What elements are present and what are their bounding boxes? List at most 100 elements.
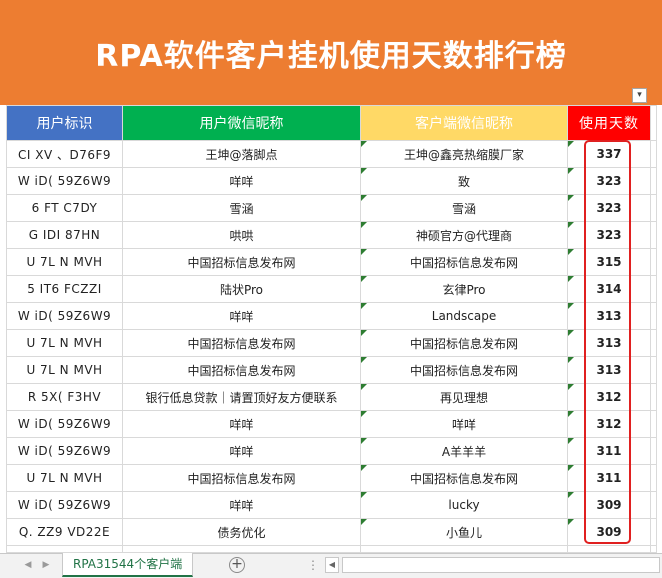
cell-user-id[interactable]: U 7L N MVH (6, 329, 123, 357)
cell-days[interactable]: 314 (567, 275, 651, 303)
header-row: 用户标识 用户微信昵称 客户端微信昵称 使用天数 (6, 105, 657, 141)
empty-header-cell[interactable] (650, 105, 657, 141)
empty-cell[interactable] (650, 545, 657, 553)
cell-client-name[interactable]: A羊羊羊 (360, 437, 568, 465)
cell-user-id[interactable]: 5 IT6 FCZZI (6, 275, 123, 303)
cell-wechat-name[interactable]: 咩咩 (122, 167, 361, 195)
cell-wechat-name[interactable]: 陆状Pro (122, 275, 361, 303)
cell-user-id[interactable]: W iD( 59Z6W9 (6, 491, 123, 519)
cell-days[interactable]: 323 (567, 221, 651, 249)
cell-days[interactable]: 315 (567, 248, 651, 276)
sheet-tab-active[interactable]: RPA31544个客户端 (62, 553, 194, 577)
table-row: W iD( 59Z6W9 咩咩 A羊羊羊 311 (6, 437, 657, 465)
horizontal-scrollbar[interactable] (342, 557, 660, 573)
cell-wechat-name[interactable]: 债务优化 (122, 518, 361, 546)
cell-client-name[interactable]: 神硕官方@代理商 (360, 221, 568, 249)
empty-cell[interactable] (650, 464, 657, 492)
table-row: U 7L N MVH 中国招标信息发布网 中国招标信息发布网 313 (6, 329, 657, 357)
empty-cell[interactable] (650, 221, 657, 249)
empty-cell[interactable] (567, 545, 651, 553)
cell-user-id[interactable]: W iD( 59Z6W9 (6, 437, 123, 465)
cell-client-name[interactable]: 雪涵 (360, 194, 568, 222)
cell-user-id[interactable]: U 7L N MVH (6, 464, 123, 492)
header-days[interactable]: 使用天数 (567, 105, 651, 141)
filter-dropdown-icon[interactable]: ▾ (632, 88, 647, 103)
empty-cell[interactable] (650, 383, 657, 411)
empty-cell[interactable] (650, 356, 657, 384)
empty-cell[interactable] (650, 302, 657, 330)
cell-user-id[interactable]: U 7L N MVH (6, 248, 123, 276)
cell-client-name[interactable]: 小鱼儿 (360, 518, 568, 546)
table-row: W iD( 59Z6W9 咩咩 lucky 309 (6, 491, 657, 519)
cell-days[interactable]: 312 (567, 410, 651, 438)
cell-user-id[interactable]: R 5X( F3HV (6, 383, 123, 411)
cell-wechat-name[interactable]: 王坤@落脚点 (122, 140, 361, 168)
caret-left-icon[interactable]: ◀ (22, 559, 34, 571)
scroll-left-button[interactable]: ◀ (325, 557, 339, 573)
table-row: G IDI 87HN 哄哄 神硕官方@代理商 323 (6, 221, 657, 249)
cell-wechat-name[interactable]: 咩咩 (122, 410, 361, 438)
cell-user-id[interactable]: W iD( 59Z6W9 (6, 410, 123, 438)
cell-user-id[interactable]: CI XV 、D76F9 (6, 140, 123, 168)
cell-days[interactable]: 311 (567, 464, 651, 492)
plus-circle-icon[interactable]: + (229, 557, 245, 573)
empty-cell[interactable] (6, 545, 123, 553)
empty-cell[interactable] (650, 437, 657, 465)
more-vertical-icon[interactable]: ⋮ (307, 559, 319, 571)
cell-wechat-name[interactable]: 雪涵 (122, 194, 361, 222)
empty-cell[interactable] (650, 518, 657, 546)
cell-user-id[interactable]: W iD( 59Z6W9 (6, 167, 123, 195)
cell-wechat-name[interactable]: 中国招标信息发布网 (122, 356, 361, 384)
cell-client-name[interactable]: Landscape (360, 302, 568, 330)
cell-days[interactable]: 311 (567, 437, 651, 465)
cell-days[interactable]: 309 (567, 491, 651, 519)
header-client-name[interactable]: 客户端微信昵称 (360, 105, 568, 141)
cell-wechat-name[interactable]: 咩咩 (122, 302, 361, 330)
caret-right-icon[interactable]: ▶ (40, 559, 52, 571)
empty-cell[interactable] (650, 248, 657, 276)
cell-user-id[interactable]: 6 FT C7DY (6, 194, 123, 222)
cell-wechat-name[interactable]: 中国招标信息发布网 (122, 329, 361, 357)
empty-cell[interactable] (650, 194, 657, 222)
cell-client-name[interactable]: 玄律Pro (360, 275, 568, 303)
cell-days[interactable]: 309 (567, 518, 651, 546)
cell-days[interactable]: 313 (567, 302, 651, 330)
cell-wechat-name[interactable]: 中国招标信息发布网 (122, 464, 361, 492)
empty-cell[interactable] (650, 140, 657, 168)
cell-client-name[interactable]: 咩咩 (360, 410, 568, 438)
cell-user-id[interactable]: G IDI 87HN (6, 221, 123, 249)
cell-days[interactable]: 337 (567, 140, 651, 168)
cell-client-name[interactable]: 中国招标信息发布网 (360, 464, 568, 492)
cell-wechat-name[interactable]: 银行低息贷款｜请置顶好友方便联系 (122, 383, 361, 411)
cell-client-name[interactable]: 中国招标信息发布网 (360, 329, 568, 357)
cell-client-name[interactable]: 中国招标信息发布网 (360, 356, 568, 384)
empty-cell[interactable] (650, 329, 657, 357)
cell-wechat-name[interactable]: 哄哄 (122, 221, 361, 249)
cell-days[interactable]: 313 (567, 356, 651, 384)
cell-days[interactable]: 323 (567, 194, 651, 222)
cell-client-name[interactable]: lucky (360, 491, 568, 519)
cell-user-id[interactable]: U 7L N MVH (6, 356, 123, 384)
cell-wechat-name[interactable]: 中国招标信息发布网 (122, 248, 361, 276)
empty-cell[interactable] (650, 410, 657, 438)
empty-cell[interactable] (650, 275, 657, 303)
empty-cell[interactable] (122, 545, 361, 553)
empty-cell[interactable] (650, 491, 657, 519)
cell-user-id[interactable]: W iD( 59Z6W9 (6, 302, 123, 330)
cell-client-name[interactable]: 王坤@鑫亮热缩膜厂家 (360, 140, 568, 168)
cell-wechat-name[interactable]: 咩咩 (122, 491, 361, 519)
cell-days[interactable]: 313 (567, 329, 651, 357)
cell-client-name[interactable]: 再见理想 (360, 383, 568, 411)
cell-client-name[interactable]: 致 (360, 167, 568, 195)
cell-client-name[interactable]: 中国招标信息发布网 (360, 248, 568, 276)
table-row: U 7L N MVH 中国招标信息发布网 中国招标信息发布网 315 (6, 248, 657, 276)
cell-wechat-name[interactable]: 咩咩 (122, 437, 361, 465)
cell-days[interactable]: 312 (567, 383, 651, 411)
table-row: R 5X( F3HV 银行低息贷款｜请置顶好友方便联系 再见理想 312 (6, 383, 657, 411)
cell-days[interactable]: 323 (567, 167, 651, 195)
cell-user-id[interactable]: Q. ZZ9 VD22E (6, 518, 123, 546)
header-wechat-name[interactable]: 用户微信昵称 (122, 105, 361, 141)
header-user-id[interactable]: 用户标识 (6, 105, 123, 141)
empty-cell[interactable] (360, 545, 568, 553)
empty-cell[interactable] (650, 167, 657, 195)
